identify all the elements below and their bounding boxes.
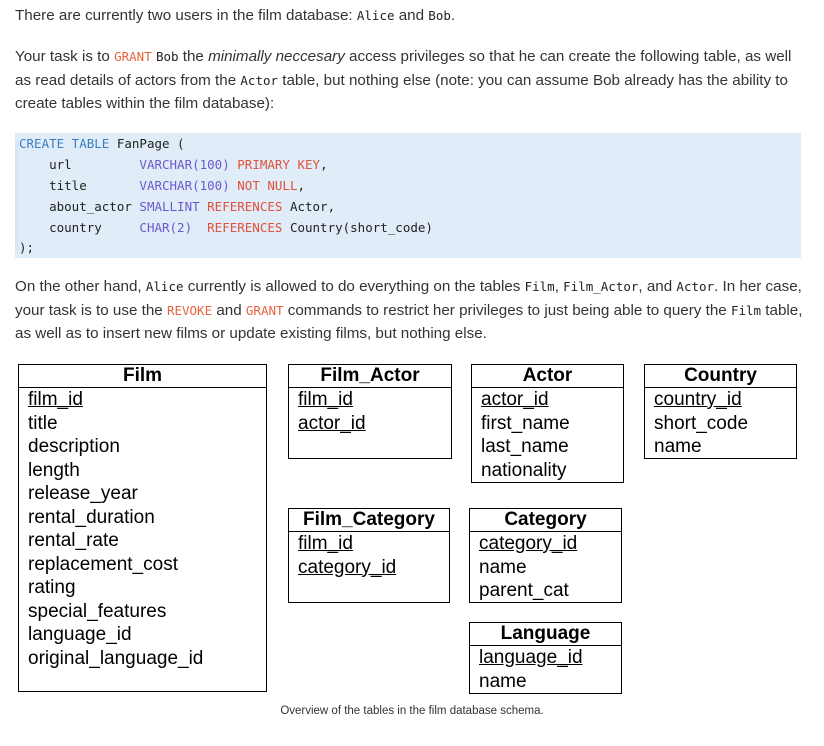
table-field-pk: category_id: [298, 556, 397, 578]
table-actor: Actor actor_id first_name last_name nati…: [471, 364, 624, 483]
table-film: Film film_id title description length re…: [18, 364, 267, 692]
grant-keyword-2: GRANT: [245, 302, 284, 318]
table-field-pk: language_id: [479, 647, 583, 668]
table-field: name: [479, 556, 527, 578]
table-field: parent_cat: [479, 580, 569, 601]
table-country-title: Country: [645, 365, 796, 388]
table-field: name: [479, 670, 527, 692]
table-language-fields: language_id name: [470, 646, 621, 693]
table-field-pk: film_id: [298, 533, 353, 554]
table-field: nationality: [481, 459, 567, 481]
table-film-fields: film_id title description length release…: [19, 388, 266, 670]
table-actor-title: Actor: [472, 365, 623, 388]
table-field: description: [28, 436, 120, 457]
film-table-ref-2: Film: [730, 302, 762, 318]
user-alice: Alice: [356, 8, 395, 23]
table-field: replacement_cost: [28, 553, 178, 575]
table-category: Category category_id name parent_cat: [469, 508, 622, 603]
table-film-category-title: Film_Category: [289, 509, 449, 532]
user-alice-ref: Alice: [145, 279, 184, 294]
table-field-pk: category_id: [479, 533, 578, 554]
table-category-title: Category: [470, 509, 621, 532]
actor-table-ref-2: Actor: [676, 279, 715, 294]
table-field: release_year: [28, 483, 138, 504]
alice-paragraph: On the other hand, Alice currently is al…: [15, 278, 803, 342]
table-category-fields: category_id name parent_cat: [470, 532, 621, 603]
table-field: length: [28, 459, 80, 481]
user-bob-ref: Bob: [155, 49, 179, 64]
table-film-actor: Film_Actor film_id actor_id: [288, 364, 452, 459]
table-field-pk: film_id: [28, 389, 83, 410]
table-film-actor-fields: film_id actor_id: [289, 388, 451, 435]
intro-paragraph: There are currently two users in the fil…: [15, 7, 456, 24]
code-line-5: country CHAR(2) REFERENCES Country(short…: [19, 220, 433, 235]
table-field-pk: country_id: [654, 389, 742, 410]
revoke-keyword: REVOKE: [166, 302, 213, 318]
table-film-actor-title: Film_Actor: [289, 365, 451, 388]
table-field-pk: film_id: [298, 389, 353, 410]
table-field-pk: actor_id: [481, 389, 549, 410]
table-country: Country country_id short_code name: [644, 364, 797, 459]
table-field: short_code: [654, 412, 749, 434]
table-language-title: Language: [470, 623, 621, 646]
sql-code-block: CREATE TABLE FanPage ( url VARCHAR(100) …: [15, 133, 801, 258]
code-line-3: title VARCHAR(100) NOT NULL,: [19, 178, 306, 193]
table-actor-fields: actor_id first_name last_name nationalit…: [472, 388, 623, 482]
table-field-pk: actor_id: [298, 412, 366, 434]
user-bob: Bob: [428, 8, 451, 23]
table-field: rental_duration: [28, 506, 155, 528]
table-language: Language language_id name: [469, 622, 622, 694]
table-field: last_name: [481, 436, 569, 457]
table-film-category-fields: film_id category_id: [289, 532, 449, 579]
table-film-title: Film: [19, 365, 266, 388]
grant-keyword: GRANT: [114, 49, 152, 64]
table-field: name: [654, 436, 702, 457]
table-field: rating: [28, 577, 76, 598]
minimally-emphasis: minimally neccesary: [208, 48, 345, 65]
task-paragraph: Your task is to GRANT Bob the minimally …: [15, 48, 792, 112]
table-field: title: [28, 412, 58, 434]
table-field: language_id: [28, 624, 132, 645]
table-field: rental_rate: [28, 530, 119, 551]
code-line-4: about_actor SMALLINT REFERENCES Actor,: [19, 199, 336, 214]
table-field: first_name: [481, 412, 570, 434]
code-line-2: url VARCHAR(100) PRIMARY KEY,: [19, 157, 328, 172]
code-line-1: CREATE TABLE FanPage (: [19, 136, 185, 151]
actor-table-ref: Actor: [240, 72, 279, 88]
code-line-6: );: [19, 240, 35, 255]
film-table-ref: Film: [524, 279, 555, 294]
diagram-caption: Overview of the tables in the film datab…: [280, 705, 544, 717]
table-field: original_language_id: [28, 647, 204, 669]
table-country-fields: country_id short_code name: [645, 388, 796, 459]
table-film-category: Film_Category film_id category_id: [288, 508, 450, 603]
film-actor-table-ref: Film_Actor: [563, 279, 639, 294]
table-field: special_features: [28, 600, 167, 622]
